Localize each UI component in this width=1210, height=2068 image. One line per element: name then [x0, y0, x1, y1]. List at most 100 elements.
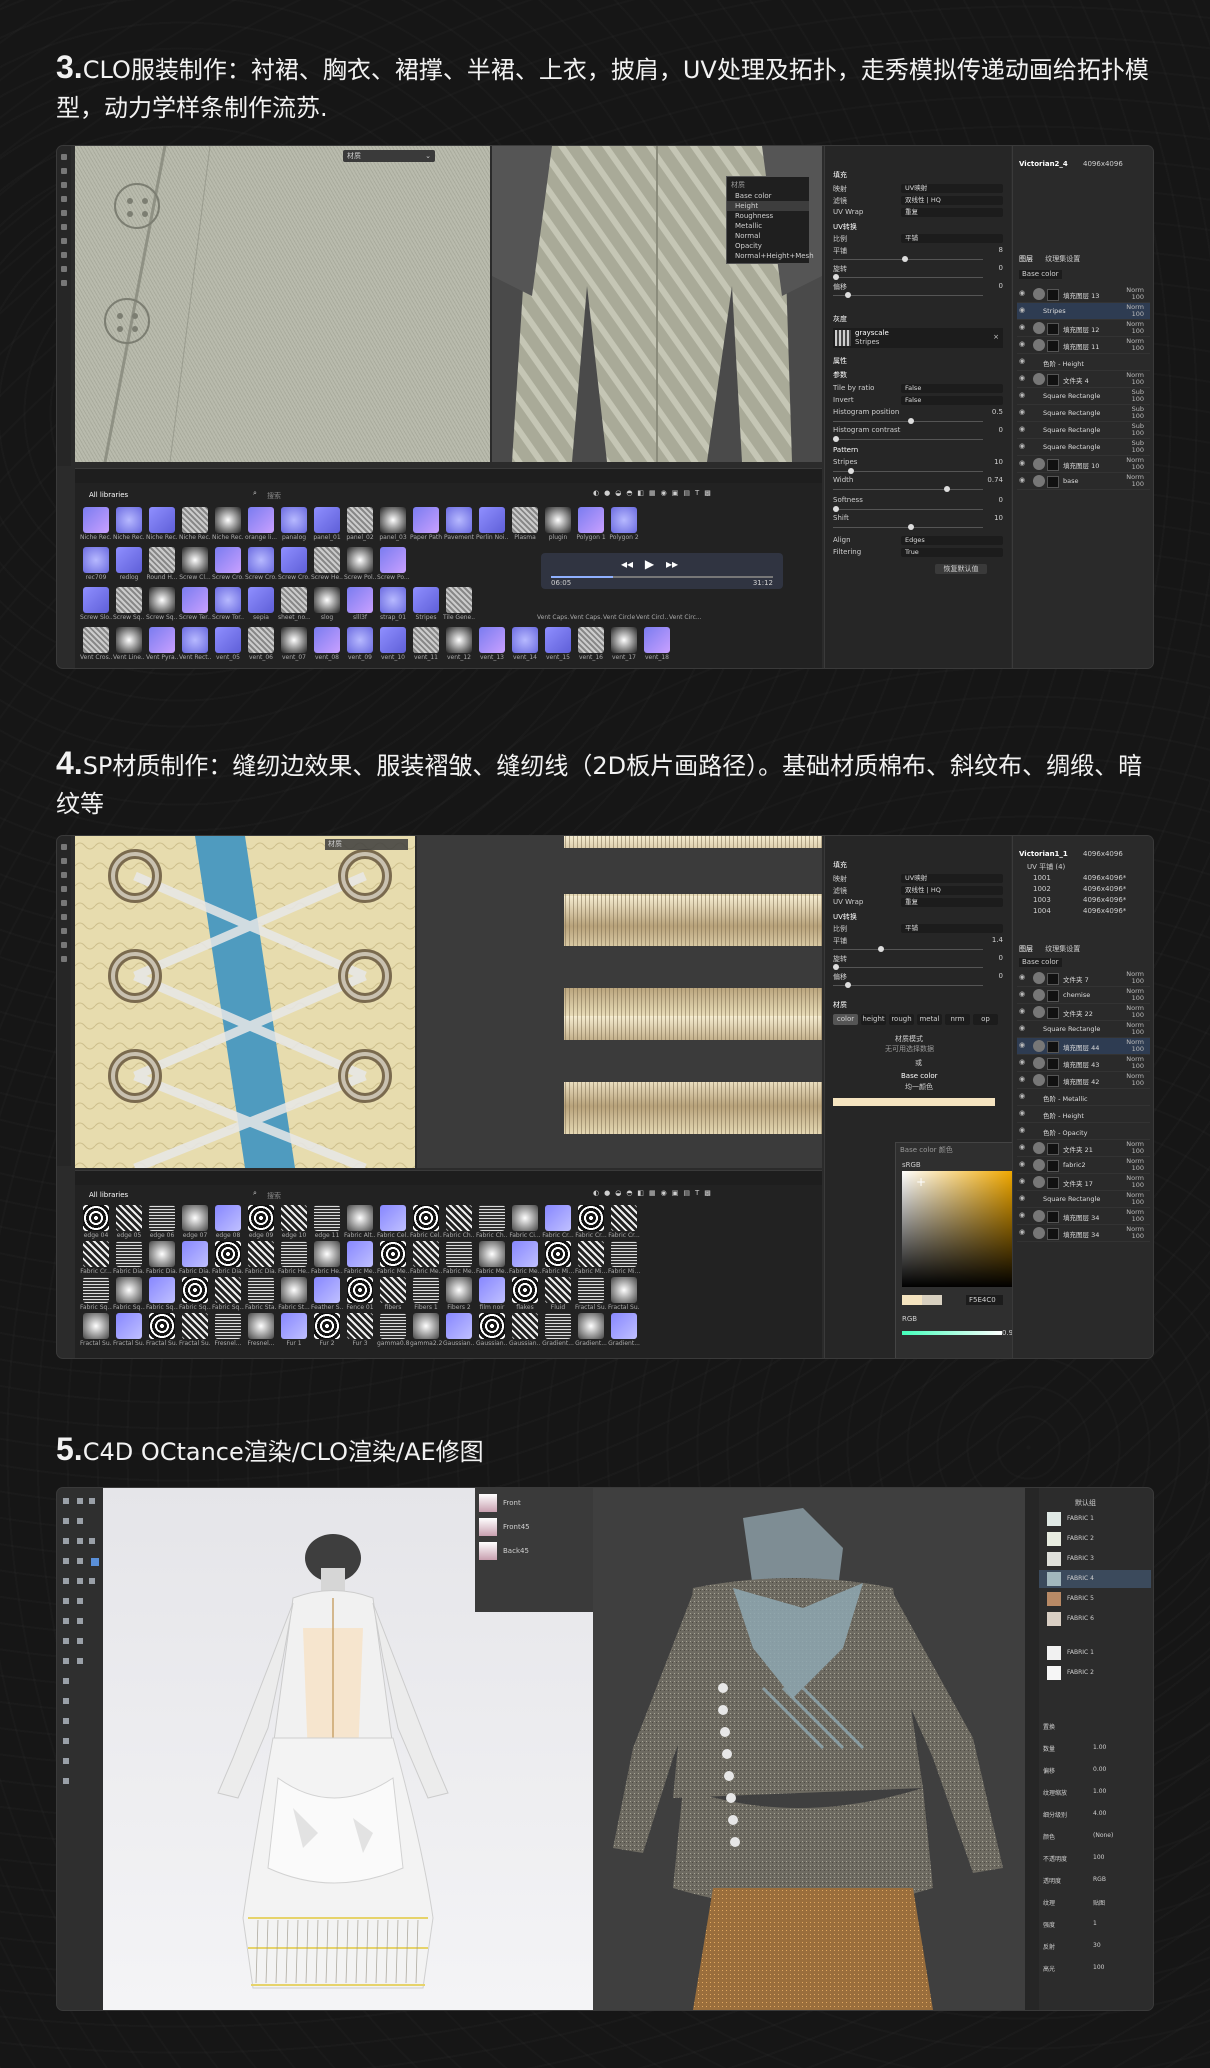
- scale-row-value[interactable]: 平铺: [901, 234, 1003, 243]
- model-3d-viewport[interactable]: 材质 Base color Height Roughness Metallic …: [492, 146, 822, 462]
- ae-layer-row[interactable]: FABRIC 6: [1039, 1610, 1151, 1628]
- eye-icon[interactable]: ◉: [1019, 1126, 1025, 1134]
- select-tool-icon[interactable]: [61, 154, 67, 160]
- shelf-thumbnail[interactable]: [446, 1277, 472, 1303]
- channel-toggle[interactable]: color: [833, 1014, 858, 1025]
- attributes-section[interactable]: 属性: [833, 356, 1003, 366]
- shelf-thumbnail[interactable]: [545, 1205, 571, 1231]
- shelf-thumbnail[interactable]: [578, 1241, 604, 1267]
- ae-prop-row[interactable]: 偏移 0.00: [1043, 1766, 1149, 1778]
- shelf-thumbnail[interactable]: [149, 1277, 175, 1303]
- shelf-thumbnail[interactable]: [83, 1313, 109, 1339]
- reset-defaults-button[interactable]: 恢复默认值: [935, 564, 987, 574]
- stripes-row-knob[interactable]: [848, 468, 854, 474]
- layer-row[interactable]: ◉ Stripes Norm 100: [1017, 303, 1150, 320]
- shelf-thumbnail[interactable]: [215, 1277, 241, 1303]
- shelf-thumbnail[interactable]: [512, 1241, 538, 1267]
- layer-blend[interactable]: Norm 100: [1126, 988, 1144, 1002]
- shelf-thumbnail[interactable]: [545, 1277, 571, 1303]
- layer-row[interactable]: ◉ 填充图层 42 Norm 100: [1017, 1072, 1150, 1089]
- shelf-thumbnail[interactable]: [215, 547, 241, 573]
- invert-row-value[interactable]: False: [901, 396, 1003, 405]
- eye-icon[interactable]: ◉: [1019, 1160, 1025, 1168]
- shelf-thumbnail[interactable]: [347, 1241, 373, 1267]
- layer-row[interactable]: ◉ 色阶 - Opacity: [1017, 1123, 1150, 1140]
- shelf-thumbnail[interactable]: [314, 1241, 340, 1267]
- shelf-search-input[interactable]: 搜索: [267, 491, 281, 501]
- layer-blend[interactable]: Norm 100: [1126, 1039, 1144, 1053]
- rotation-row-knob[interactable]: [833, 964, 839, 970]
- channel-toggle[interactable]: op: [973, 1014, 998, 1025]
- shelf-thumbnail[interactable]: [380, 1277, 406, 1303]
- layer-row[interactable]: ◉ Square Rectangle Sub 100: [1017, 439, 1150, 456]
- shelf-thumbnail[interactable]: [413, 587, 439, 613]
- clone-tool-icon[interactable]: [61, 224, 67, 230]
- shelf-thumbnail[interactable]: [413, 1205, 439, 1231]
- erase-tool-icon[interactable]: [61, 182, 67, 188]
- shelf-thumbnail[interactable]: [149, 587, 175, 613]
- rewind-icon[interactable]: ◂◂: [621, 557, 633, 571]
- shelf-thumbnail[interactable]: [248, 627, 274, 653]
- eye-icon[interactable]: ◉: [1019, 1228, 1025, 1236]
- shelf-thumbnail[interactable]: [314, 627, 340, 653]
- filter-row-value[interactable]: 双线性 | HQ: [901, 196, 1003, 205]
- shelf-search-input[interactable]: 搜索: [267, 1191, 281, 1201]
- shelf-thumbnail[interactable]: [347, 1205, 373, 1231]
- eye-icon[interactable]: ◉: [1019, 1007, 1025, 1015]
- stripes-row-slider[interactable]: [833, 468, 983, 474]
- filter-icons[interactable]: ◐●◒◓◧▦◉▣▤T▩: [593, 1189, 716, 1197]
- ae-layer-row[interactable]: FABRIC 2: [1039, 1664, 1151, 1682]
- layer-blend[interactable]: Norm 100: [1126, 1226, 1144, 1240]
- shelf-thumbnail[interactable]: [479, 1205, 505, 1231]
- projection-tool-icon[interactable]: [61, 196, 67, 202]
- layer-row[interactable]: ◉ Square Rectangle Sub 100: [1017, 422, 1150, 439]
- eye-icon[interactable]: ◉: [1019, 391, 1025, 399]
- shelf-thumbnail[interactable]: [578, 627, 604, 653]
- viewport-dropdown[interactable]: 材质: [325, 839, 408, 850]
- smudge-tool-icon[interactable]: [61, 900, 67, 906]
- shelf-thumbnail[interactable]: [611, 627, 637, 653]
- shelf-thumbnail[interactable]: [182, 1241, 208, 1267]
- ae-layer-row[interactable]: FABRIC 3: [1039, 1550, 1151, 1568]
- ae-prop-row[interactable]: 反射 30: [1043, 1942, 1149, 1954]
- layer-blend[interactable]: Norm 100: [1126, 1175, 1144, 1189]
- rotation-row-slider[interactable]: [833, 274, 983, 280]
- layer-row[interactable]: ◉ 色阶 - Metallic: [1017, 1089, 1150, 1106]
- shelf-thumbnail[interactable]: [182, 1277, 208, 1303]
- shelf-thumbnail[interactable]: [446, 627, 472, 653]
- layer-blend[interactable]: Norm 100: [1126, 321, 1144, 335]
- tab-layers[interactable]: 图层: [1019, 255, 1033, 263]
- layer-row[interactable]: ◉ 填充图层 34 Norm 100: [1017, 1225, 1150, 1242]
- tile-row-slider[interactable]: [833, 946, 983, 952]
- shelf-thumbnail[interactable]: [248, 1241, 274, 1267]
- layer-blend[interactable]: Norm 100: [1126, 474, 1144, 488]
- shelf-thumbnail[interactable]: [149, 507, 175, 533]
- layer-blend[interactable]: Sub 100: [1132, 389, 1144, 403]
- shelf-thumbnail[interactable]: [149, 1313, 175, 1339]
- shelf-thumbnail[interactable]: [116, 1241, 142, 1267]
- uv-transform-section[interactable]: UV转换: [833, 222, 1003, 232]
- clo-render-viewport[interactable]: Front Front45 Back45: [103, 1488, 593, 2010]
- channel-menu-item[interactable]: Metallic: [727, 221, 809, 231]
- uv-transform-section[interactable]: UV转换: [833, 912, 1003, 922]
- shelf-thumbnail[interactable]: [446, 1205, 472, 1231]
- shelf-thumbnail[interactable]: [215, 1241, 241, 1267]
- align-row-value[interactable]: Edges: [901, 536, 1003, 545]
- layer-row[interactable]: ◉ Square Rectangle Norm 100: [1017, 1021, 1150, 1038]
- uvwrap-row-value[interactable]: 重复: [901, 208, 1003, 217]
- ae-prop-row[interactable]: 置换: [1043, 1722, 1149, 1734]
- tile-by-ratio-row-value[interactable]: False: [901, 384, 1003, 393]
- shelf-thumbnail[interactable]: [83, 1241, 109, 1267]
- shelf-thumbnail[interactable]: [347, 547, 373, 573]
- offset-row-knob[interactable]: [845, 982, 851, 988]
- eye-icon[interactable]: ◉: [1019, 1058, 1025, 1066]
- eye-icon[interactable]: ◉: [1019, 1041, 1025, 1049]
- texture-set-row[interactable]: Victorian1_1 4096x4096: [1019, 850, 1147, 860]
- shelf-thumbnail[interactable]: [314, 547, 340, 573]
- shelf-thumbnail[interactable]: [380, 1241, 406, 1267]
- shelf-thumbnail[interactable]: [347, 587, 373, 613]
- erase-tool-icon[interactable]: [61, 872, 67, 878]
- layer-row[interactable]: ◉ Square Rectangle Norm 100: [1017, 1191, 1150, 1208]
- rotation-row-slider[interactable]: [833, 964, 983, 970]
- layer-row[interactable]: ◉ 色阶 - Height: [1017, 354, 1150, 371]
